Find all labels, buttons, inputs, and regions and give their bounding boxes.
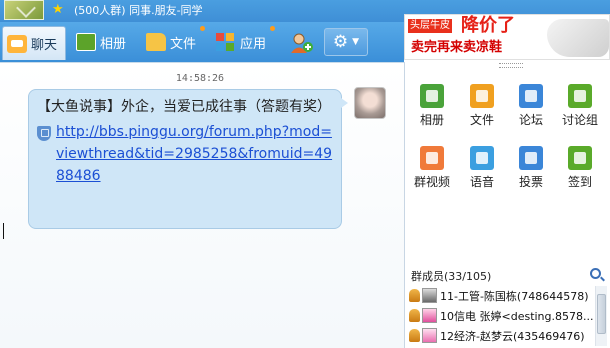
- member-name: 11-工管-陈国栋(748644578): [440, 289, 589, 303]
- member-row[interactable]: 10信电 张婷<desting.8578...: [409, 306, 597, 325]
- app-voice[interactable]: 语音: [457, 146, 507, 190]
- members-count: 群成员(33/105): [411, 270, 492, 283]
- discussion-icon: [568, 84, 592, 108]
- folder-icon: [146, 33, 166, 51]
- members-scrollbar[interactable]: [595, 286, 607, 346]
- files-notify-dot: [200, 26, 205, 31]
- app-checkin-label: 签到: [567, 175, 592, 189]
- toolbar: 聊天 相册 文件 应用 ⚙ ▼: [0, 22, 404, 62]
- message-link-row: http://bbs.pinggu.org/forum.php?mod=view…: [37, 121, 333, 187]
- ad-banner[interactable]: 头层牛皮 降价了 卖完再来卖凉鞋: [404, 14, 610, 60]
- scrollbar-thumb[interactable]: [597, 294, 606, 334]
- members-header: 群成员(33/105): [409, 266, 605, 284]
- ad-tag: 头层牛皮: [408, 19, 452, 33]
- checkmark-icon: [568, 146, 592, 170]
- shield-icon: [37, 126, 51, 141]
- apps-notify-dot: [270, 26, 275, 31]
- app-files-label: 文件: [469, 113, 494, 127]
- app-group-video-label: 群视频: [413, 175, 450, 189]
- tab-chat-label: 聊天: [31, 38, 58, 53]
- group-title: (500人群) 同事.朋友-同学: [74, 4, 203, 17]
- message-text: 【大鱼说事】外企，当爱已成往事（答题有奖）: [37, 99, 331, 115]
- panel-grip-handle[interactable]: [499, 63, 523, 68]
- member-avatar: [422, 328, 437, 343]
- apps-icon: [216, 33, 236, 51]
- member-role-icon: [409, 289, 420, 302]
- chevron-down-icon: ▼: [352, 37, 360, 47]
- tab-files[interactable]: 文件: [144, 26, 196, 58]
- chat-icon: [7, 34, 27, 53]
- app-forum[interactable]: 论坛: [506, 84, 556, 128]
- shoe-image: [547, 19, 609, 57]
- sender-avatar[interactable]: [354, 87, 386, 119]
- tab-files-label: 文件: [170, 36, 197, 52]
- app-discussion[interactable]: 讨论组: [555, 84, 605, 128]
- message-bubble: 【大鱼说事】外企，当爱已成往事（答题有奖） http://bbs.pinggu.…: [28, 89, 348, 229]
- app-vote[interactable]: 投票: [506, 146, 556, 190]
- chat-area: 14:58:26 【大鱼说事】外企，当爱已成往事（答题有奖） http://bb…: [0, 62, 404, 348]
- app-discussion-label: 讨论组: [561, 113, 598, 127]
- app-group-video[interactable]: 群视频: [407, 146, 457, 190]
- app-vote-label: 投票: [518, 175, 543, 189]
- member-role-icon: [409, 329, 420, 342]
- message-link[interactable]: http://bbs.pinggu.org/forum.php?mod=view…: [56, 121, 333, 187]
- bar-chart-icon: [519, 146, 543, 170]
- member-role-icon: [409, 309, 420, 322]
- add-member-icon[interactable]: [290, 32, 314, 54]
- ad-headline: 降价了: [461, 15, 515, 36]
- ad-subline: 卖完再来卖凉鞋: [411, 40, 503, 55]
- member-avatar: [422, 288, 437, 303]
- side-panel: 相册 文件 论坛 讨论组 群视频 语音 投票 签到 群成员(33/105) 11…: [404, 62, 610, 348]
- app-files[interactable]: 文件: [457, 84, 507, 128]
- app-album-label: 相册: [419, 113, 444, 127]
- app-album[interactable]: 相册: [407, 84, 457, 128]
- group-avatar[interactable]: [4, 0, 44, 20]
- settings-button[interactable]: ⚙ ▼: [324, 28, 368, 56]
- album-icon: [420, 84, 444, 108]
- folder-icon: [470, 84, 494, 108]
- member-avatar: [422, 308, 437, 323]
- video-icon: [420, 146, 444, 170]
- star-icon[interactable]: ★: [52, 2, 64, 18]
- member-row[interactable]: 11-工管-陈国栋(748644578): [409, 286, 597, 305]
- album-icon: [76, 33, 96, 51]
- forum-icon: [519, 84, 543, 108]
- tab-chat[interactable]: 聊天: [2, 26, 66, 60]
- message-timestamp: 14:58:26: [175, 73, 225, 84]
- app-voice-label: 语音: [469, 175, 494, 189]
- tab-apps-label: 应用: [240, 36, 267, 52]
- tab-apps[interactable]: 应用: [214, 26, 266, 58]
- member-name: 10信电 张婷<desting.8578...: [440, 309, 594, 323]
- gear-icon: ⚙: [332, 32, 349, 52]
- tab-album-label: 相册: [100, 36, 127, 52]
- text-cursor: [3, 223, 4, 239]
- app-forum-label: 论坛: [518, 113, 543, 127]
- member-row[interactable]: 12经济-赵梦云(435469476): [409, 326, 597, 345]
- microphone-icon: [470, 146, 494, 170]
- member-name: 12经济-赵梦云(435469476): [440, 329, 585, 343]
- search-icon[interactable]: [590, 268, 601, 279]
- tab-album[interactable]: 相册: [74, 26, 126, 58]
- app-checkin[interactable]: 签到: [555, 146, 605, 190]
